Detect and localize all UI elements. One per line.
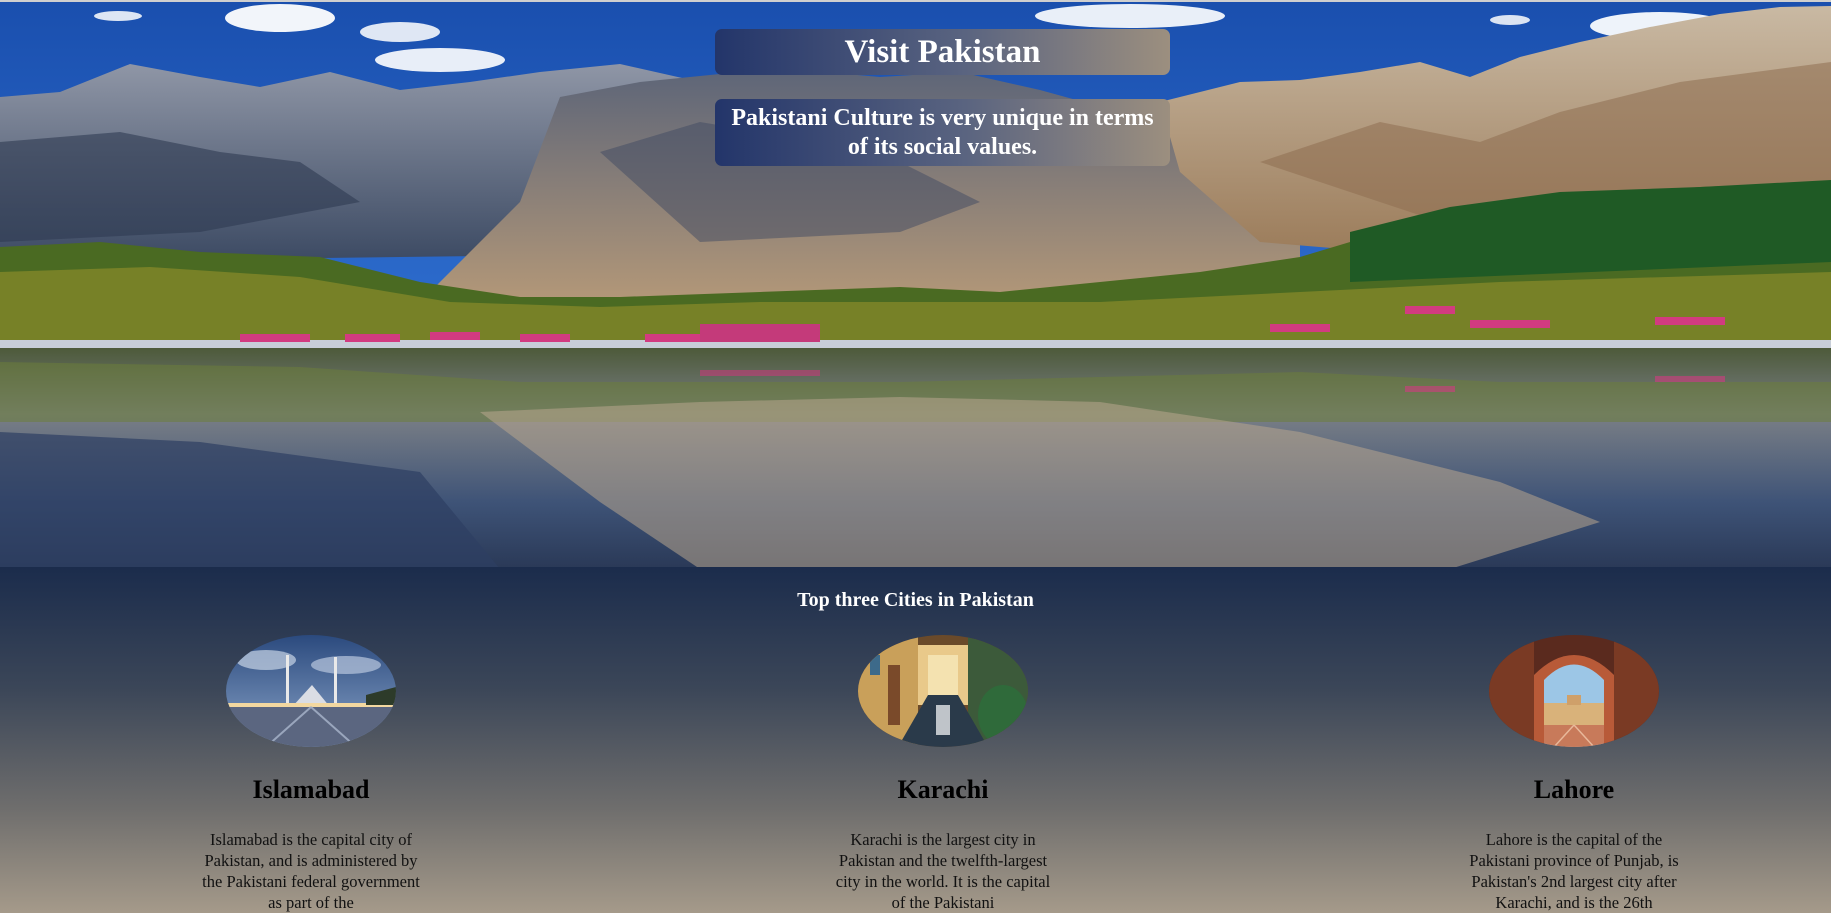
- city-card-islamabad: Islamabad Islamabad is the capital city …: [181, 635, 441, 913]
- hero-landscape-image: [0, 2, 1831, 567]
- page: Visit Pakistan Pakistani Culture is very…: [0, 0, 1831, 913]
- hero-subtitle: Pakistani Culture is very unique in term…: [715, 99, 1170, 166]
- city-card-lahore: Lahore Lahore is the capital of the Paki…: [1444, 635, 1704, 913]
- hero-title: Visit Pakistan: [715, 29, 1170, 75]
- city-name: Lahore: [1533, 775, 1615, 804]
- hero-section: Visit Pakistan Pakistani Culture is very…: [0, 0, 1831, 567]
- city-card-karachi: Karachi Karachi is the largest city in P…: [813, 635, 1073, 913]
- city-description: Karachi is the largest city in Pakistan …: [835, 830, 1051, 912]
- section-heading: Top three Cities in Pakistan: [797, 589, 1034, 611]
- karachi-image: [858, 635, 1028, 747]
- islamabad-image: [226, 635, 396, 747]
- city-description: Islamabad is the capital city of Pakista…: [202, 830, 420, 912]
- city-name: Karachi: [897, 775, 989, 804]
- cities-section: Top three Cities in Pakistan Islamabad I…: [0, 567, 1831, 913]
- city-name: Islamabad: [252, 775, 370, 804]
- lahore-image: [1489, 635, 1659, 747]
- city-description: Lahore is the capital of the Pakistani p…: [1469, 830, 1679, 912]
